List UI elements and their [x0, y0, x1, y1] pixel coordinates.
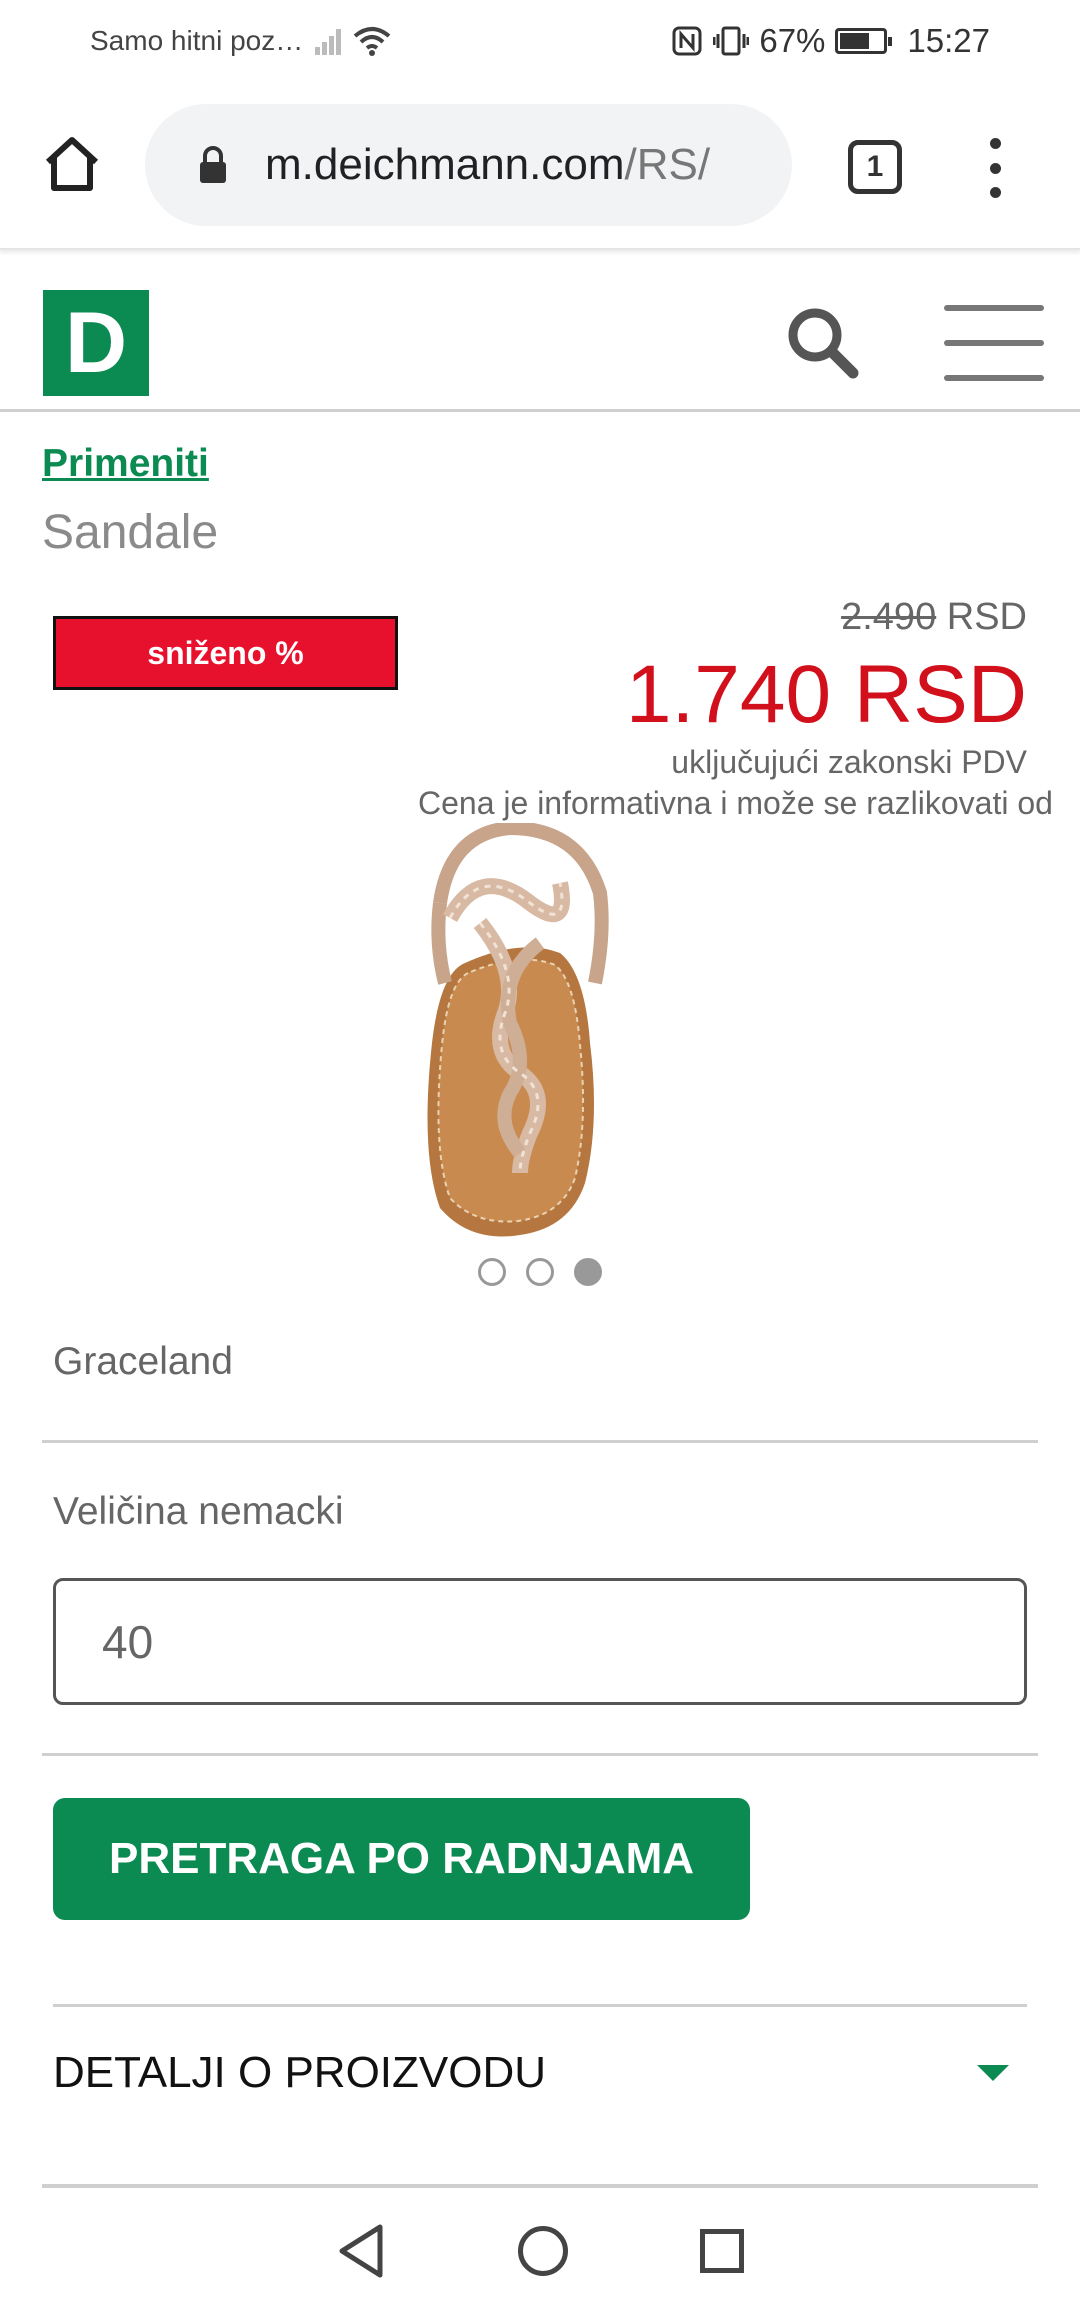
details-label: DETALJI O PROIZVODU	[53, 2048, 547, 2097]
brand-name: Graceland	[53, 1340, 233, 1383]
nfc-icon	[672, 26, 702, 56]
old-price-currency: RSD	[936, 596, 1027, 638]
divider	[42, 1753, 1038, 1756]
logo-letter: D	[64, 294, 128, 391]
wifi-icon	[353, 27, 391, 56]
url-domain: m.deichmann.com	[265, 140, 625, 189]
size-value: 40	[102, 1615, 154, 1668]
carousel-dot-active[interactable]	[574, 1258, 602, 1286]
status-bar: Samo hitni poz… 67% 15:27	[0, 0, 1080, 82]
carousel-dot[interactable]	[478, 1258, 506, 1286]
product-image[interactable]	[410, 823, 670, 1243]
vat-note: uključujući zakonski PDV	[671, 744, 1027, 780]
recent-apps-icon[interactable]	[700, 2229, 744, 2273]
deichmann-logo[interactable]: D	[43, 290, 149, 396]
search-icon[interactable]	[783, 303, 863, 383]
product-category: Sandale	[42, 506, 219, 559]
battery-percent: 67%	[759, 22, 826, 59]
hamburger-menu-icon[interactable]	[944, 305, 1044, 381]
brand-link[interactable]: Primeniti	[42, 442, 209, 486]
home-icon[interactable]	[40, 132, 104, 196]
system-navigation-bar	[0, 2190, 1080, 2312]
price-disclaimer: Cena je informativna i može se razlikova…	[418, 785, 1053, 821]
old-price: 2.490 RSD	[841, 596, 1027, 639]
more-options-icon[interactable]	[985, 138, 1005, 198]
battery-icon	[835, 28, 893, 54]
divider	[53, 2004, 1027, 2007]
lock-icon	[200, 146, 226, 183]
sale-price: 1.740 RSD	[625, 649, 1027, 740]
carrier-text: Samo hitni poz…	[90, 25, 304, 56]
home-circle-icon[interactable]	[518, 2226, 568, 2276]
carousel-dot[interactable]	[526, 1258, 554, 1286]
chevron-down-icon	[977, 2065, 1009, 2081]
store-search-button-label: PRETRAGA PO RADNJAMA	[108, 1834, 695, 1883]
address-bar[interactable]: m.deichmann.com/RS/	[145, 104, 792, 226]
site-header: D	[0, 250, 1080, 412]
divider	[42, 1440, 1038, 1443]
divider	[42, 2184, 1038, 2188]
old-price-value: 2.490	[841, 596, 937, 638]
clock: 15:27	[907, 22, 990, 59]
sale-badge-text: sniženo %	[147, 634, 304, 671]
sale-badge: sniženo %	[53, 616, 398, 690]
vibrate-icon	[713, 26, 750, 56]
signal-icon	[313, 27, 343, 55]
url-path: /RS/	[624, 140, 711, 189]
product-details-accordion[interactable]: DETALJI O PROIZVODU	[53, 2040, 1027, 2106]
size-label: Veličina nemacki	[53, 1490, 344, 1533]
store-search-button[interactable]: PRETRAGA PO RADNJAMA	[53, 1798, 750, 1920]
tab-switcher-button[interactable]: 1	[848, 140, 902, 194]
tab-count: 1	[866, 150, 884, 183]
browser-toolbar: m.deichmann.com/RS/ 1	[0, 82, 1080, 250]
carousel-indicator	[478, 1258, 602, 1286]
size-select[interactable]: 40	[53, 1578, 1027, 1705]
back-icon[interactable]	[336, 2223, 386, 2279]
